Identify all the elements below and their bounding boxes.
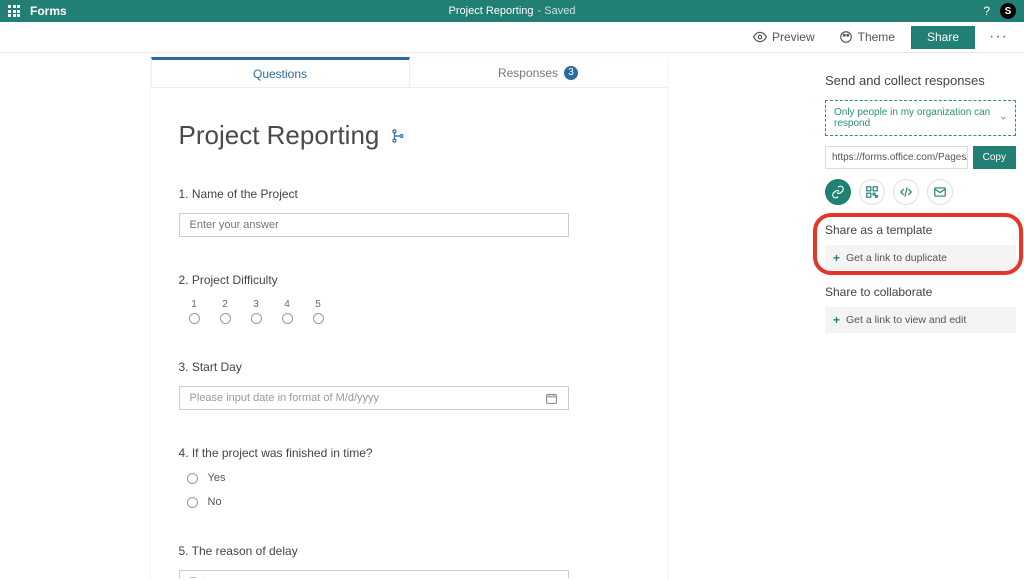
permission-dropdown[interactable]: Only people in my organization can respo… [825, 100, 1016, 136]
more-button[interactable]: ··· [979, 28, 1018, 46]
palette-icon [839, 30, 853, 44]
form-tabs: Questions Responses 3 [151, 58, 667, 88]
preview-button[interactable]: Preview [741, 22, 827, 53]
tab-responses[interactable]: Responses 3 [410, 58, 667, 87]
qr-icon[interactable] [859, 179, 885, 205]
user-avatar[interactable]: S [1000, 3, 1016, 19]
app-name: Forms [30, 4, 67, 18]
rating-3[interactable]: 3 [251, 299, 262, 324]
question-5: 5. The reason of delay [179, 544, 639, 578]
plus-icon: + [833, 251, 840, 265]
eye-icon [753, 30, 767, 44]
share-template-section: Share as a template +Get a link to dupli… [825, 223, 1016, 271]
form-title[interactable]: Project Reporting [179, 120, 639, 151]
command-bar: Preview Theme Share ··· [0, 22, 1024, 53]
calendar-icon [545, 392, 558, 405]
get-duplicate-link[interactable]: +Get a link to duplicate [825, 245, 1016, 271]
theme-button[interactable]: Theme [827, 22, 907, 53]
q1-input[interactable] [179, 213, 569, 237]
link-icon[interactable] [825, 179, 851, 205]
q5-input[interactable] [179, 570, 569, 578]
share-link-input[interactable]: https://forms.office.com/Pages/Respon [825, 146, 968, 169]
q4-yes[interactable]: Yes [187, 472, 639, 484]
q3-date-input[interactable]: Please input date in format of M/d/yyyy [179, 386, 569, 410]
help-icon[interactable]: ? [983, 4, 990, 18]
waffle-icon[interactable] [8, 5, 20, 17]
copy-button[interactable]: Copy [973, 146, 1016, 169]
rating-1[interactable]: 1 [189, 299, 200, 324]
plus-icon: + [833, 313, 840, 327]
app-header: Forms Project Reporting- Saved ? S [0, 0, 1024, 22]
question-2: 2. Project Difficulty 1 2 3 4 5 [179, 273, 639, 324]
tab-questions[interactable]: Questions [151, 57, 410, 87]
form-card: Questions Responses 3 Project Reporting … [151, 58, 667, 580]
share-button[interactable]: Share [911, 26, 975, 49]
email-icon[interactable] [927, 179, 953, 205]
q4-no[interactable]: No [187, 496, 639, 508]
question-3: 3. Start Day Please input date in format… [179, 360, 639, 410]
responses-count-badge: 3 [564, 66, 578, 80]
branch-icon [391, 129, 405, 143]
rating-2[interactable]: 2 [220, 299, 231, 324]
question-4: 4. If the project was finished in time? … [179, 446, 639, 508]
rating-4[interactable]: 4 [282, 299, 293, 324]
embed-icon[interactable] [893, 179, 919, 205]
rating-scale: 1 2 3 4 5 [189, 299, 639, 324]
share-panel: Send and collect responses Only people i… [817, 53, 1024, 580]
template-heading: Share as a template [825, 223, 1016, 237]
get-viewedit-link[interactable]: +Get a link to view and edit [825, 307, 1016, 333]
document-title: Project Reporting- Saved [449, 5, 576, 17]
panel-title: Send and collect responses [825, 73, 1016, 88]
rating-5[interactable]: 5 [313, 299, 324, 324]
chevron-down-icon [999, 113, 1007, 123]
share-method-icons [825, 179, 1016, 205]
question-1: 1. Name of the Project [179, 187, 639, 237]
collab-heading: Share to collaborate [825, 285, 1016, 299]
